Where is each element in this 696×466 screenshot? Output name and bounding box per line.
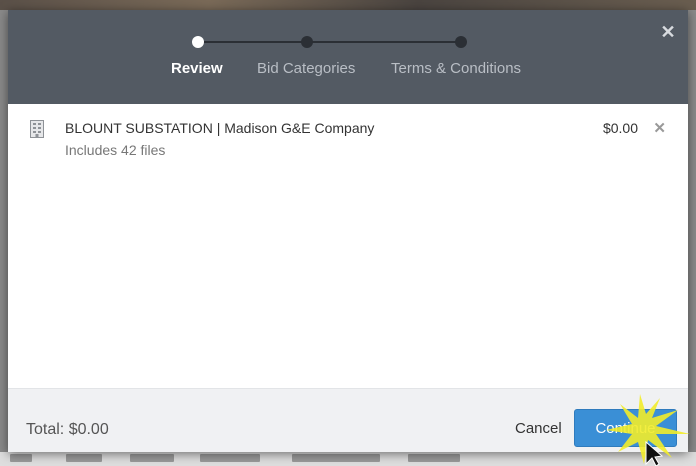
background-page-bottom (0, 452, 696, 466)
close-icon[interactable]: ✕ (660, 23, 676, 41)
step-dot-terms (455, 36, 467, 48)
background-page-left (0, 10, 8, 452)
total-label: Total: $0.00 (26, 421, 109, 438)
step-review[interactable]: Review (171, 60, 223, 77)
step-bid-categories[interactable]: Bid Categories (257, 60, 355, 77)
item-price: $0.00 (602, 120, 638, 136)
background-page-top (0, 0, 696, 10)
step-dot-review (192, 36, 204, 48)
stepper-line (198, 41, 462, 43)
step-terms-conditions[interactable]: Terms & Conditions (391, 60, 521, 77)
item-title: BLOUNT SUBSTATION | Madison G&E Company (65, 120, 375, 136)
item-file-count: Includes 42 files (65, 142, 166, 158)
background-page-right (688, 10, 696, 452)
remove-icon[interactable]: ✕ (653, 119, 666, 137)
continue-button[interactable]: Continue (574, 409, 677, 447)
cart-item: BLOUNT SUBSTATION | Madison G&E Company … (8, 104, 688, 178)
wizard-header: Review Bid Categories Terms & Conditions… (8, 10, 688, 104)
step-dot-bid-categories (301, 36, 313, 48)
bid-wizard-modal: Review Bid Categories Terms & Conditions… (8, 10, 688, 452)
wizard-footer: Total: $0.00 Cancel Continue (8, 388, 688, 452)
cancel-button[interactable]: Cancel (515, 420, 562, 437)
building-icon (30, 120, 44, 138)
